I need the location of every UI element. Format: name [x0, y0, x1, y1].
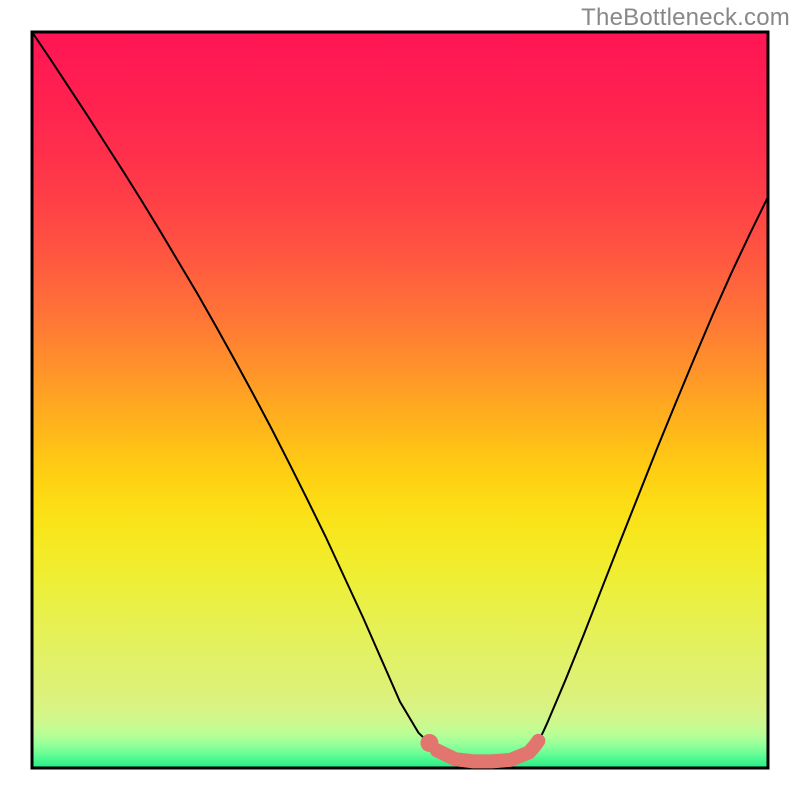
highlight-dot — [420, 734, 438, 752]
chart-background-gradient — [32, 32, 768, 768]
bottleneck-chart — [0, 0, 800, 800]
chart-container: TheBottleneck.com — [0, 0, 800, 800]
watermark-text: TheBottleneck.com — [581, 4, 790, 32]
